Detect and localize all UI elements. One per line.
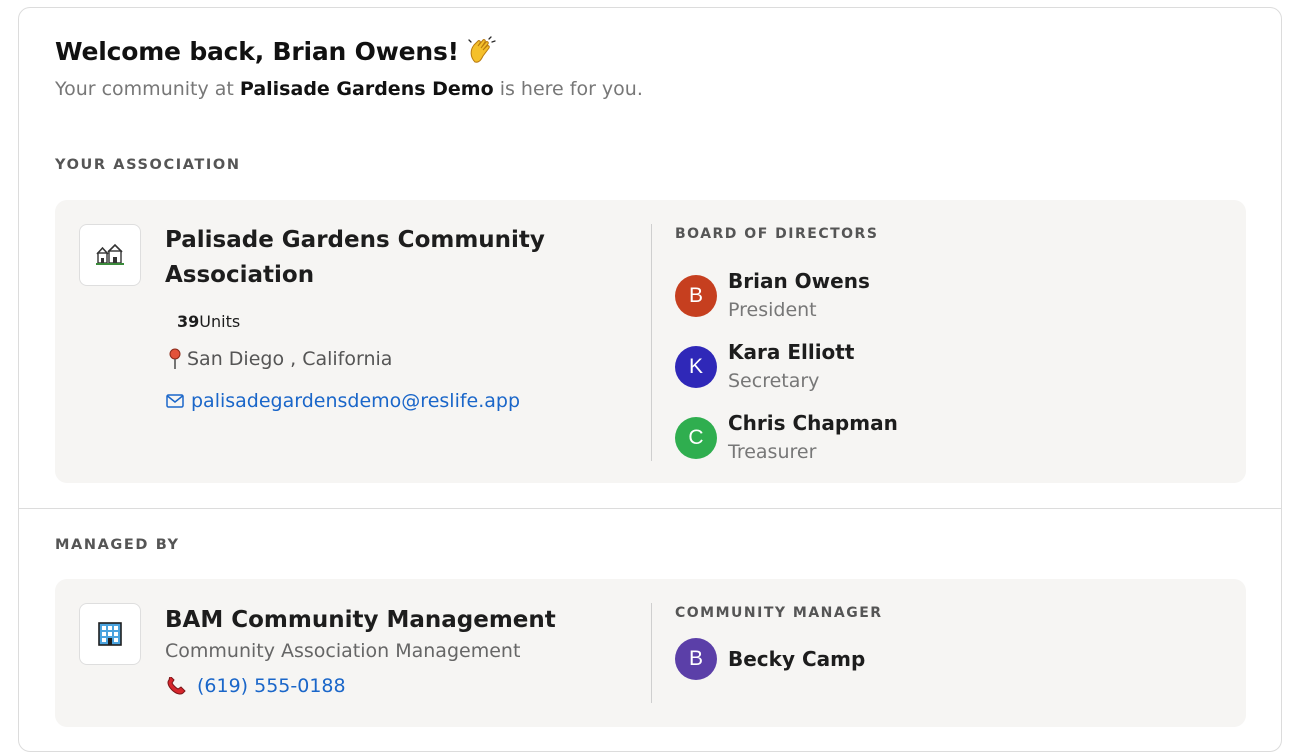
association-divider <box>651 224 652 461</box>
telephone-icon <box>165 677 189 695</box>
member-name: Chris Chapman <box>728 411 898 435</box>
phone-row: (619) 555-0188 <box>165 675 346 697</box>
board-member[interactable]: B Brian Owens President <box>675 267 870 325</box>
management-divider <box>651 603 652 703</box>
member-name: Brian Owens <box>728 269 870 293</box>
mail-icon <box>165 394 185 408</box>
units-label: Units <box>199 312 241 331</box>
waving-hand-icon <box>467 36 497 66</box>
managed-by-section-label: MANAGED BY <box>55 537 180 553</box>
management-description: Community Association Management <box>165 640 521 662</box>
management-company-name: BAM Community Management <box>165 607 556 633</box>
member-name: Kara Elliott <box>728 340 855 364</box>
avatar: B <box>675 638 717 680</box>
welcome-heading: Welcome back, Brian Owens! <box>55 36 643 66</box>
avatar: C <box>675 417 717 459</box>
management-panel: BAM Community Management Community Assoc… <box>55 579 1246 727</box>
community-manager-label: COMMUNITY MANAGER <box>675 605 883 621</box>
community-manager[interactable]: B Becky Camp <box>675 638 865 680</box>
email-row: palisadegardensdemo@reslife.app <box>165 390 520 412</box>
pin-icon <box>165 348 185 370</box>
location-row: San Diego , California <box>165 348 392 370</box>
association-name-line1: Palisade Gardens Community <box>165 227 545 253</box>
association-panel: Palisade Gardens Community Association 3… <box>55 200 1246 483</box>
welcome-subtitle: Your community at Palisade Gardens Demo … <box>55 78 643 100</box>
board-member[interactable]: C Chris Chapman Treasurer <box>675 409 898 467</box>
subtitle-suffix: is here for you. <box>493 78 643 100</box>
association-email-link[interactable]: palisadegardensdemo@reslife.app <box>191 390 520 412</box>
board-of-directors-label: BOARD OF DIRECTORS <box>675 226 879 242</box>
location-text: San Diego , California <box>187 348 393 370</box>
office-building-icon <box>79 603 141 665</box>
management-phone-link[interactable]: (619) 555-0188 <box>197 675 346 697</box>
welcome-greeting: Welcome back, Brian Owens! <box>55 36 459 66</box>
subtitle-prefix: Your community at <box>55 78 240 100</box>
units-count: 39 <box>177 312 200 331</box>
houses-icon <box>79 224 141 286</box>
association-name: Palisade Gardens Community Association <box>165 223 545 293</box>
board-member[interactable]: K Kara Elliott Secretary <box>675 338 854 396</box>
welcome-section: Welcome back, Brian Owens! Your communit… <box>55 36 643 100</box>
association-section-label: YOUR ASSOCIATION <box>55 157 241 173</box>
member-role: President <box>728 299 817 321</box>
manager-name: Becky Camp <box>728 647 866 671</box>
section-divider <box>19 508 1281 509</box>
member-role: Secretary <box>728 370 820 392</box>
member-role: Treasurer <box>728 441 817 463</box>
units-row: 39 Units <box>177 312 240 331</box>
association-name-line2: Association <box>165 262 315 288</box>
community-name: Palisade Gardens Demo <box>239 78 494 100</box>
dashboard-card: Welcome back, Brian Owens! Your communit… <box>18 7 1282 752</box>
avatar: K <box>675 346 717 388</box>
avatar: B <box>675 275 717 317</box>
